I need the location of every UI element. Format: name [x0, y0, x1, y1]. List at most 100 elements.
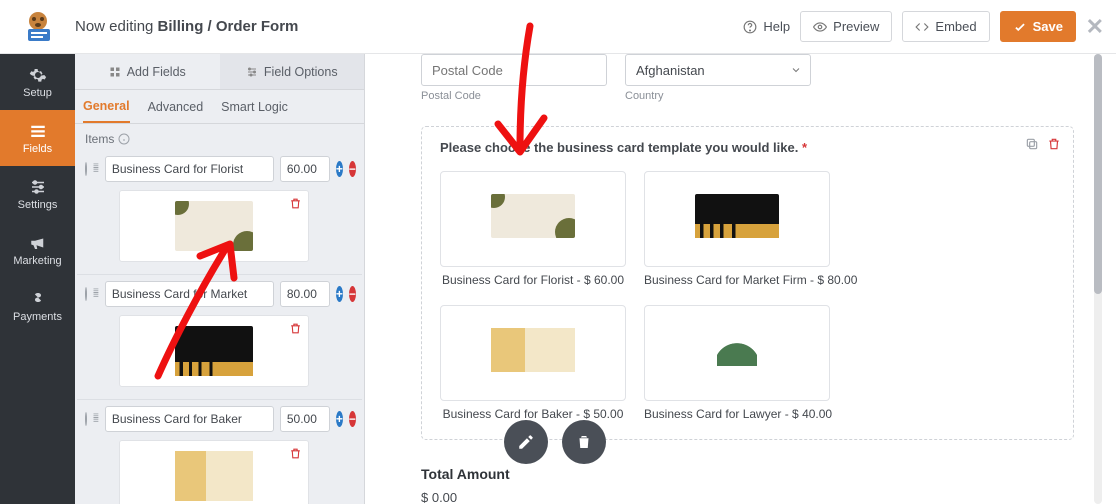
item-row: ≡≡ +−: [77, 400, 362, 504]
item-price-input[interactable]: [280, 156, 330, 182]
rail-setup-label: Setup: [23, 87, 52, 99]
item-thumb[interactable]: [119, 440, 309, 504]
remove-item-button[interactable]: −: [349, 161, 356, 177]
scrollbar-thumb[interactable]: [1094, 54, 1102, 294]
pencil-icon: [517, 433, 535, 451]
item-row: ≡≡ +−: [77, 275, 362, 400]
editing-form-name: Billing / Order Form: [158, 18, 299, 35]
remove-image-icon[interactable]: [289, 322, 302, 340]
close-builder-button[interactable]: ✕: [1086, 14, 1104, 40]
float-delete-button[interactable]: [562, 420, 606, 464]
item-thumb[interactable]: [119, 190, 309, 262]
card-image-market: [695, 194, 779, 238]
template-card[interactable]: [644, 171, 830, 267]
rail-fields-label: Fields: [23, 143, 52, 155]
float-edit-button[interactable]: [504, 420, 548, 464]
remove-item-button[interactable]: −: [349, 411, 356, 427]
field-hover-actions: [1025, 137, 1061, 151]
drag-handle-icon[interactable]: ≡≡: [93, 165, 99, 173]
rail-marketing-label: Marketing: [13, 255, 61, 267]
rail-fields[interactable]: Fields: [0, 110, 75, 166]
template-card[interactable]: [440, 305, 626, 401]
card-image-florist: [491, 194, 575, 238]
options-icon: [246, 66, 258, 78]
check-icon: [1013, 20, 1027, 34]
remove-image-icon[interactable]: [289, 197, 302, 215]
default-radio[interactable]: [85, 162, 87, 176]
chooser-label: Please choose the business card template…: [440, 140, 798, 155]
subtab-general[interactable]: General: [83, 90, 130, 123]
tab-add-fields-label: Add Fields: [127, 65, 186, 79]
total-label: Total Amount: [421, 466, 1074, 482]
drag-handle-icon[interactable]: ≡≡: [93, 415, 99, 423]
drag-handle-icon[interactable]: ≡≡: [93, 290, 99, 298]
items-label: Items: [85, 132, 114, 146]
default-radio[interactable]: [85, 287, 87, 301]
rail-payments[interactable]: Payments: [0, 278, 75, 334]
field-panel: Add Fields Field Options General Advance…: [75, 54, 365, 504]
item-price-input[interactable]: [280, 281, 330, 307]
required-asterisk: *: [802, 140, 807, 155]
editing-prefix: Now editing: [75, 18, 158, 35]
add-item-button[interactable]: +: [336, 286, 343, 302]
template-card[interactable]: [440, 171, 626, 267]
card-preview-florist: [175, 201, 253, 251]
bullhorn-icon: [29, 234, 47, 252]
top-bar: Now editing Billing / Order Form Help Pr…: [0, 0, 1116, 54]
code-icon: [915, 20, 929, 34]
option-subtabs: General Advanced Smart Logic: [75, 90, 364, 124]
country-label: Country: [625, 90, 811, 102]
eye-icon: [813, 20, 827, 34]
preview-button[interactable]: Preview: [800, 11, 892, 42]
panel-tabs: Add Fields Field Options: [75, 54, 364, 90]
total-value: $ 0.00: [421, 490, 1074, 504]
add-item-button[interactable]: +: [336, 161, 343, 177]
duplicate-icon[interactable]: [1025, 137, 1039, 151]
preview-label: Preview: [833, 19, 879, 34]
card-caption: Business Card for Baker - $ 50.00: [440, 407, 626, 421]
card-image-baker: [491, 328, 575, 372]
save-button[interactable]: Save: [1000, 11, 1076, 42]
rail-settings[interactable]: Settings: [0, 166, 75, 222]
postal-code-input[interactable]: [421, 54, 607, 86]
grid-icon: [109, 66, 121, 78]
chevron-down-icon: [790, 64, 802, 76]
trash-icon: [575, 433, 593, 451]
list-icon: [29, 122, 47, 140]
postal-code-label: Postal Code: [421, 90, 607, 102]
remove-image-icon[interactable]: [289, 447, 302, 465]
form-preview: Postal Code Afghanistan Country Please c…: [365, 54, 1104, 504]
rail-setup[interactable]: Setup: [0, 54, 75, 110]
default-radio[interactable]: [85, 412, 87, 426]
tab-field-options[interactable]: Field Options: [220, 54, 365, 89]
dollar-icon: [29, 290, 47, 308]
country-select[interactable]: Afghanistan: [625, 54, 811, 86]
preview-scrollbar[interactable]: [1094, 54, 1102, 504]
item-thumb[interactable]: [119, 315, 309, 387]
add-item-button[interactable]: +: [336, 411, 343, 427]
card-caption: Business Card for Market Firm - $ 80.00: [644, 273, 857, 287]
template-card[interactable]: [644, 305, 830, 401]
delete-field-icon[interactable]: [1047, 137, 1061, 151]
item-price-input[interactable]: [280, 406, 330, 432]
card-caption: Business Card for Lawyer - $ 40.00: [644, 407, 832, 421]
card-image-lawyer: [695, 328, 779, 372]
items-list[interactable]: ≡≡+−≡≡+−≡≡+−≡≡+−: [75, 150, 364, 504]
gear-icon: [29, 66, 47, 84]
sliders-icon: [29, 178, 47, 196]
item-name-input[interactable]: [105, 406, 274, 432]
subtab-advanced[interactable]: Advanced: [148, 90, 204, 123]
template-chooser-field[interactable]: Please choose the business card template…: [421, 126, 1074, 440]
rail-payments-label: Payments: [13, 311, 62, 323]
remove-item-button[interactable]: −: [349, 286, 356, 302]
embed-button[interactable]: Embed: [902, 11, 989, 42]
tab-add-fields[interactable]: Add Fields: [75, 54, 220, 89]
item-name-input[interactable]: [105, 156, 274, 182]
item-name-input[interactable]: [105, 281, 274, 307]
info-icon[interactable]: [118, 133, 130, 145]
rail-settings-label: Settings: [18, 199, 58, 211]
top-actions: Help Preview Embed Save: [743, 11, 1116, 42]
help-link[interactable]: Help: [743, 19, 790, 34]
rail-marketing[interactable]: Marketing: [0, 222, 75, 278]
subtab-smart[interactable]: Smart Logic: [221, 90, 288, 123]
